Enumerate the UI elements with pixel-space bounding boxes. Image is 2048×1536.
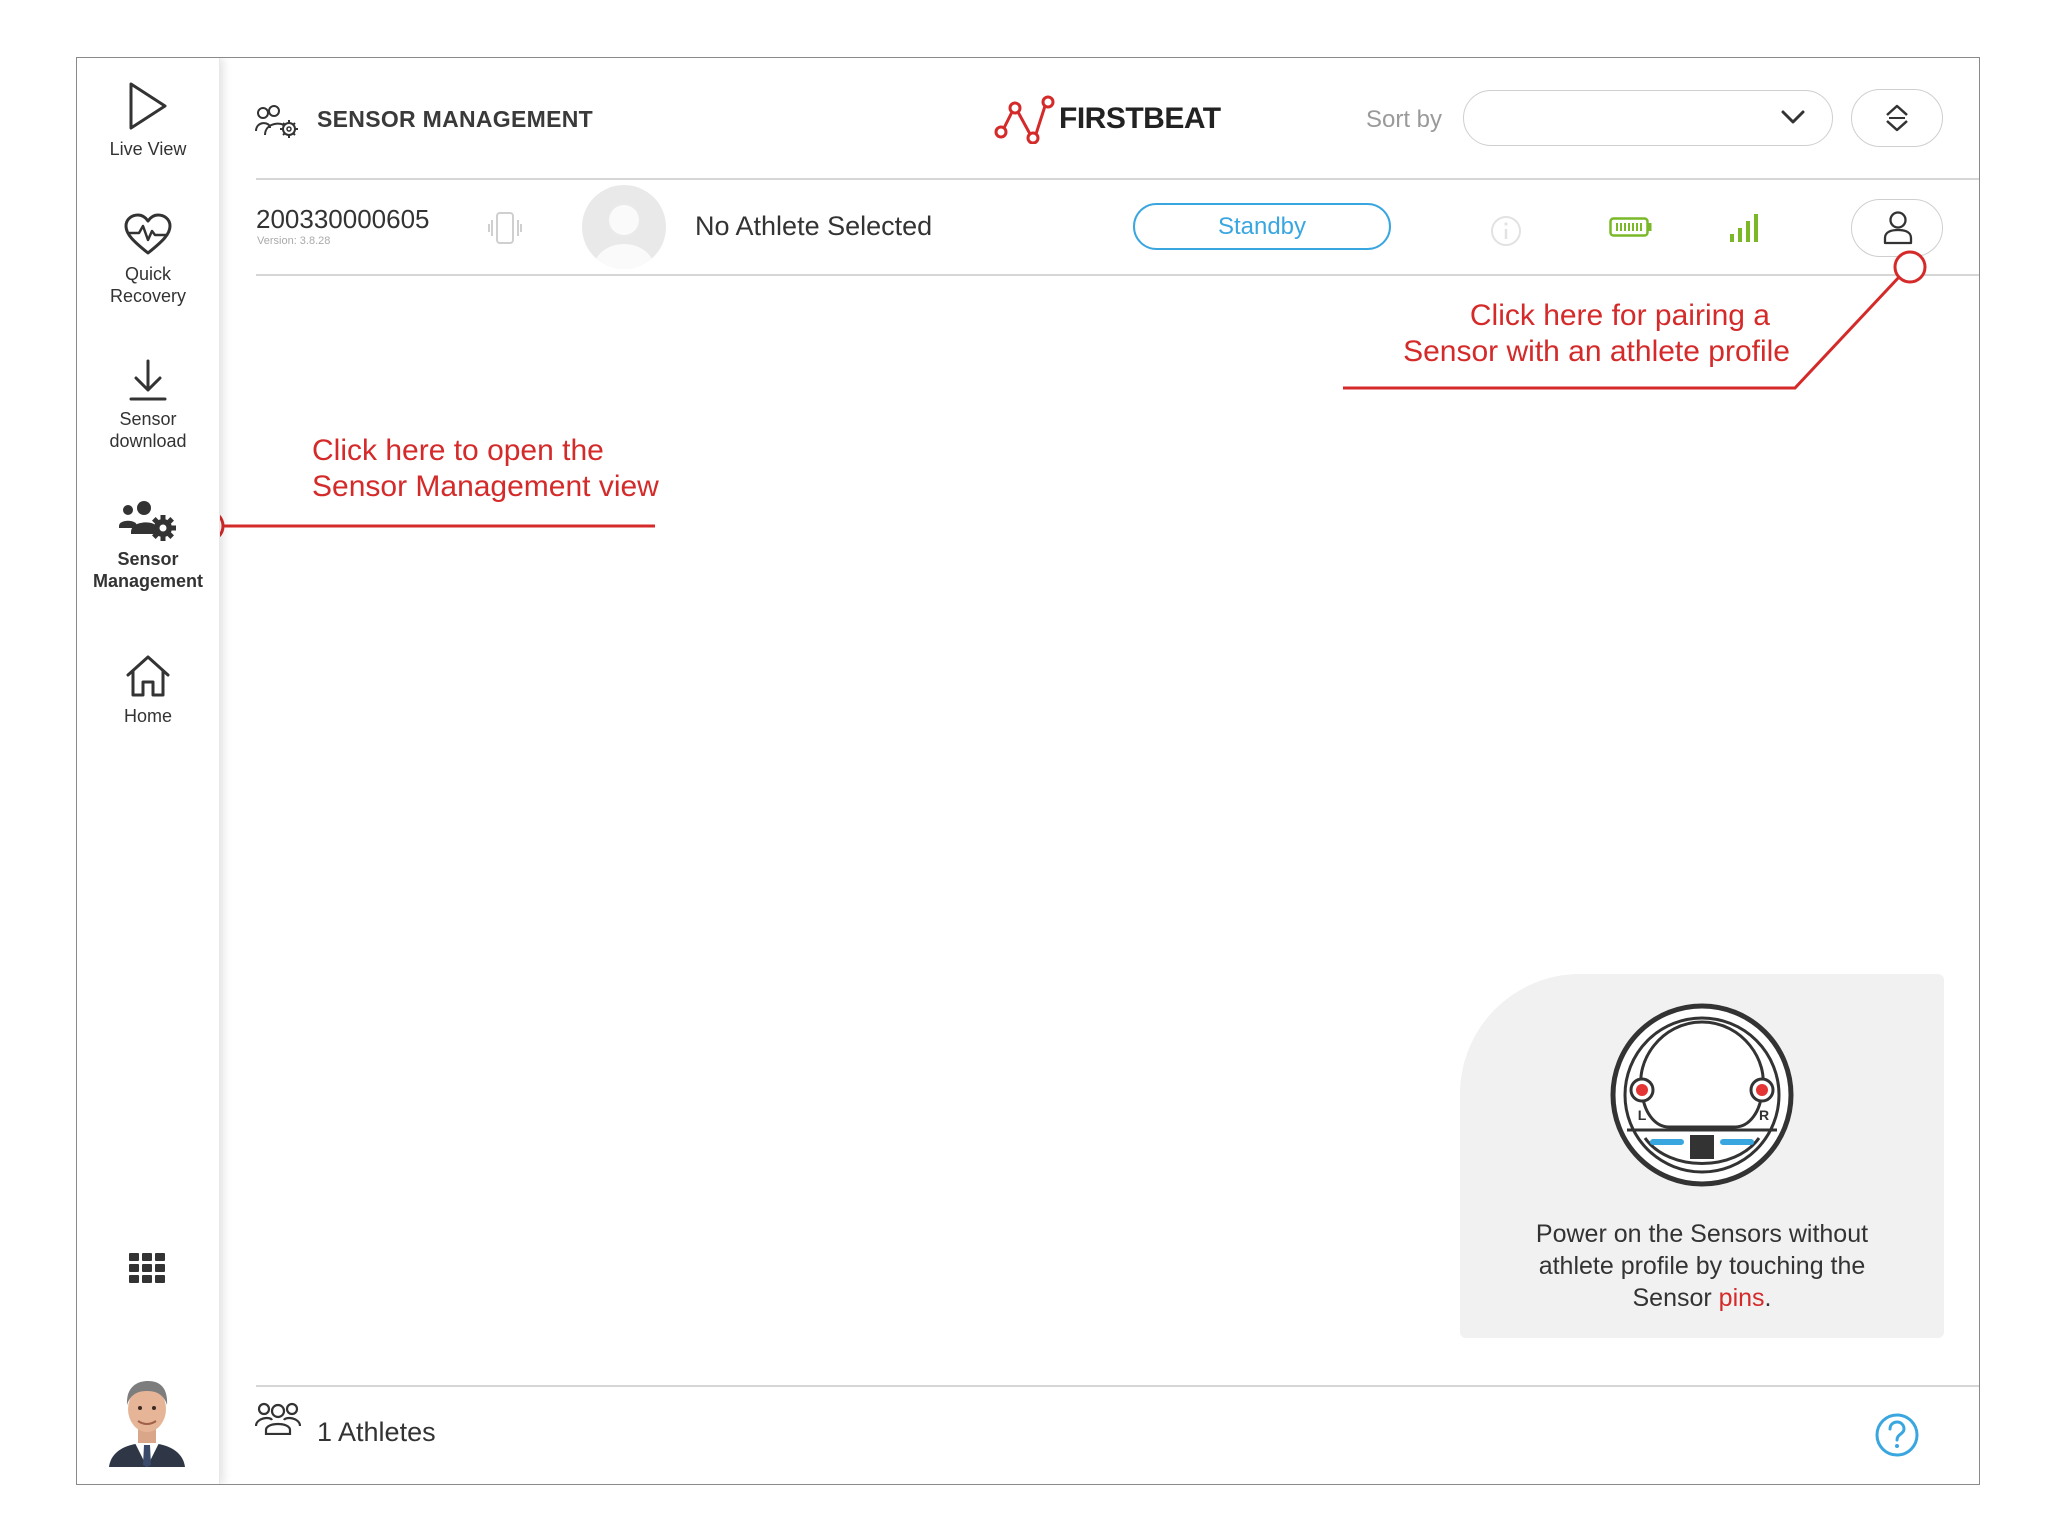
athlete-name: No Athlete Selected [695, 211, 933, 241]
user-icon [1883, 211, 1913, 245]
help-icon[interactable] [1874, 1412, 1920, 1458]
signal-strength-icon [1730, 214, 1758, 242]
sidebar: Live View Quick Recovery Sensor download [77, 58, 220, 1484]
athlete-avatar-placeholder [582, 185, 666, 269]
home-icon [126, 655, 170, 697]
sidebar-item-home[interactable]: Home [77, 653, 219, 727]
sidebar-item-label: Sensor Management [92, 549, 204, 591]
sidebar-callout: Click here to open the Sensor Management… [312, 433, 659, 505]
sort-order-button[interactable] [1851, 89, 1943, 147]
sidebar-item-sensor-download[interactable]: Sensor download [77, 358, 219, 452]
sort-select[interactable] [1463, 90, 1833, 146]
download-icon [129, 359, 167, 401]
divider [256, 1385, 1979, 1387]
battery-icon [1609, 217, 1652, 237]
sensor-management-icon [119, 501, 176, 541]
app-window: Live View Quick Recovery Sensor download [76, 57, 1980, 1485]
tip-text-main: Power on the Sensors without athlete pro… [1535, 1220, 1869, 1312]
sidebar-callout-line1: Click here to open the [312, 434, 604, 467]
sidebar-item-label: Home [123, 706, 172, 726]
sidebar-callout-line2: Sensor Management view [312, 470, 659, 503]
firstbeat-logo-icon [994, 95, 1055, 144]
sidebar-item-quick-recovery[interactable]: Quick Recovery [77, 213, 219, 307]
sort-arrows-icon [1886, 104, 1908, 132]
sidebar-item-label: Quick Recovery [109, 264, 187, 306]
pairing-callout-line1: Click here for pairing a [1469, 299, 1770, 332]
sensor-version: Version: 3.8.28 [257, 235, 331, 247]
sidebar-item-sensor-management[interactable]: Sensor Management [77, 498, 219, 592]
chevron-down-icon [1781, 110, 1805, 124]
tip-text-highlight: pins [1718, 1284, 1765, 1312]
sensor-management-header-icon [255, 105, 298, 138]
sidebar-item-label: Live View [109, 139, 187, 159]
right-pin-label: R [1759, 1107, 1769, 1123]
sensor-serial: 200330000605 [256, 204, 430, 234]
divider [256, 178, 1979, 180]
pairing-callout-line2: Sensor with an athlete profile [1403, 335, 1790, 368]
sensor-tip-card: L R Power on the Sensors without athlete… [1460, 974, 1944, 1338]
brand-name: FIRSTBEAT [1059, 102, 1221, 135]
avatar[interactable] [107, 1375, 187, 1467]
divider [256, 274, 1979, 276]
page-title: SENSOR MANAGEMENT [317, 106, 594, 132]
sensor-device-illustration: L R [1610, 1003, 1794, 1187]
sidebar-item-live-view[interactable]: Live View [77, 80, 219, 160]
play-icon [129, 82, 167, 130]
athletes-group-icon [255, 1402, 301, 1435]
pairing-callout: Click here for pairing a Sensor with an … [1380, 298, 1790, 370]
info-icon[interactable] [1490, 215, 1522, 247]
pair-athlete-button[interactable] [1851, 199, 1943, 257]
tip-text-end: . [1764, 1284, 1772, 1312]
sensor-tip-text: Power on the Sensors without athlete pro… [1460, 1218, 1944, 1314]
left-pin-label: L [1638, 1107, 1647, 1123]
athletes-count: 1 Athletes [317, 1417, 436, 1447]
heart-pulse-icon [124, 213, 172, 255]
sidebar-item-label: Sensor download [109, 409, 187, 451]
sort-label: Sort by [1366, 106, 1443, 133]
status-badge[interactable]: Standby [1133, 203, 1391, 250]
vibrate-icon [488, 212, 522, 244]
grid-icon[interactable] [129, 1253, 165, 1283]
